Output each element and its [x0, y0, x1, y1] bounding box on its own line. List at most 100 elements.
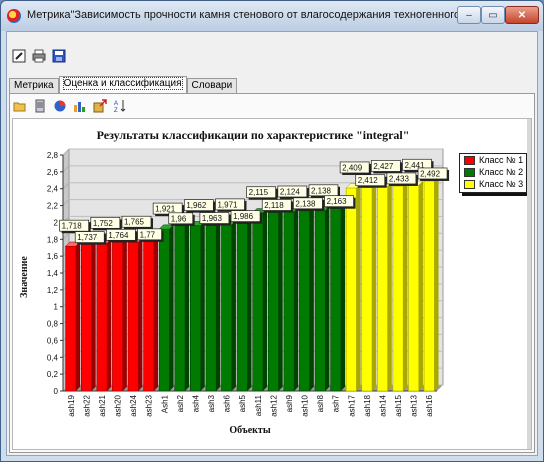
bar [392, 185, 404, 392]
x-tick-label: ash16 [425, 394, 434, 416]
data-label: 2,118 [264, 201, 284, 210]
x-tick-label: ash9 [285, 394, 294, 412]
x-tick-label: Ash1 [160, 394, 169, 413]
legend-swatch [464, 167, 475, 177]
bar [345, 187, 357, 392]
x-tick-label: ash2 [176, 394, 185, 412]
vertical-scrollbar[interactable] [527, 119, 531, 449]
x-tick-label: ash10 [301, 394, 310, 416]
bar [423, 180, 435, 392]
data-label: 1,96 [171, 214, 187, 223]
data-label: 1,77 [140, 230, 156, 239]
bar-chart-icon[interactable] [72, 98, 88, 114]
edit-icon[interactable] [11, 48, 27, 64]
x-tick-label: ash7 [332, 394, 341, 412]
bar [361, 187, 373, 392]
bar [330, 208, 342, 392]
minimize-button[interactable]: – [457, 6, 481, 24]
bar-side [75, 241, 81, 391]
legend-swatch [464, 179, 475, 189]
chart-toolbar: AZ [12, 98, 128, 114]
bar [190, 225, 201, 392]
bar-side [356, 183, 361, 391]
bar [283, 211, 295, 392]
bar-side [294, 207, 299, 391]
data-label: 1,971 [217, 200, 238, 209]
bar-side [372, 183, 377, 391]
bar-side [403, 181, 408, 391]
bar-side [169, 224, 174, 391]
x-tick-label: ash17 [347, 394, 356, 416]
tab-dictionaries[interactable]: Словари [186, 78, 238, 94]
data-label: 2,124 [280, 187, 301, 196]
bar-side [122, 238, 127, 391]
bar-side [185, 221, 190, 391]
y-tick-label: 0,6 [47, 336, 59, 345]
data-label: 1,963 [202, 214, 223, 223]
x-tick-label: ash20 [114, 394, 123, 416]
y-tick-label: 2,2 [47, 202, 59, 211]
y-tick-label: 1 [54, 303, 59, 312]
pie-chart-icon[interactable] [52, 98, 68, 114]
tab-content: AZ 0 0,2 0,4 0,6 0,8 1 1,2 1,4 1,6 1,8 2 2,2 2,4 2,6 2… [9, 93, 535, 453]
y-tick-label: 2,8 [47, 151, 59, 160]
bar [377, 186, 388, 392]
client-area: Метрика Оценка и классификация Словари A… [6, 31, 538, 456]
legend-item: Класс № 1 [460, 154, 526, 166]
tab-metrika[interactable]: Метрика [9, 78, 59, 94]
tab-evaluation[interactable]: Оценка и классификация [58, 76, 187, 94]
tab-label: Словари [191, 80, 233, 91]
maximize-button[interactable]: ▭ [481, 6, 505, 24]
bar [299, 210, 310, 392]
save-icon[interactable] [51, 48, 67, 64]
close-button[interactable]: ✕ [505, 6, 539, 24]
y-tick-label: 2 [54, 218, 59, 227]
window-title: Метрика"Зависимость прочности камня стен… [27, 9, 502, 21]
bar-side [138, 238, 143, 391]
y-tick-label: 1,6 [47, 252, 59, 261]
title-bar[interactable]: Метрика"Зависимость прочности камня стен… [1, 1, 543, 31]
x-tick-label: ash22 [82, 394, 91, 416]
bar [112, 242, 123, 392]
print-icon[interactable] [31, 48, 47, 64]
x-tick-label: ash5 [238, 394, 247, 412]
x-tick-label: ash23 [145, 394, 154, 416]
bar [314, 210, 326, 392]
document-icon[interactable] [32, 98, 48, 114]
bar-side [387, 182, 392, 391]
y-tick-label: 1,4 [47, 269, 59, 278]
bar-side [200, 221, 205, 391]
svg-text:Z: Z [114, 108, 118, 113]
x-tick-label: ash21 [98, 394, 107, 416]
bar [96, 243, 108, 392]
y-tick-label: 0,4 [47, 353, 59, 362]
tab-label: Метрика [14, 80, 54, 91]
chart-legend: Класс № 1 Класс № 2 Класс № 3 [459, 153, 527, 193]
x-tick-label: ash12 [269, 394, 278, 416]
bar [252, 212, 264, 392]
bar-side [262, 208, 268, 391]
y-tick-label: 1,8 [47, 235, 59, 244]
x-axis-title: Объекты [229, 425, 270, 436]
svg-text:A: A [114, 101, 118, 107]
main-window: Метрика"Зависимость прочности камня стен… [0, 0, 544, 462]
legend-swatch [464, 155, 475, 165]
bar-side [340, 204, 346, 391]
data-label: 2,115 [249, 188, 269, 197]
x-tick-label: ash14 [378, 394, 387, 416]
bar-side [216, 221, 221, 391]
data-label: 2,138 [295, 199, 316, 208]
data-label: 1,718 [62, 222, 83, 231]
y-tick-label: 2,4 [47, 185, 59, 194]
y-tick-label: 0,2 [47, 370, 59, 379]
export-icon[interactable] [92, 98, 108, 114]
chart-title: Результаты классификации по характеристи… [97, 128, 410, 142]
open-folder-icon[interactable] [12, 98, 28, 114]
sort-az-icon[interactable]: AZ [112, 98, 128, 114]
y-tick-label: 1,2 [47, 286, 59, 295]
data-label: 1,765 [124, 218, 145, 227]
app-icon [7, 9, 21, 23]
bar-side [309, 206, 314, 391]
data-label: 1,986 [233, 212, 254, 221]
tab-strip: Метрика Оценка и классификация Словари [9, 76, 238, 94]
